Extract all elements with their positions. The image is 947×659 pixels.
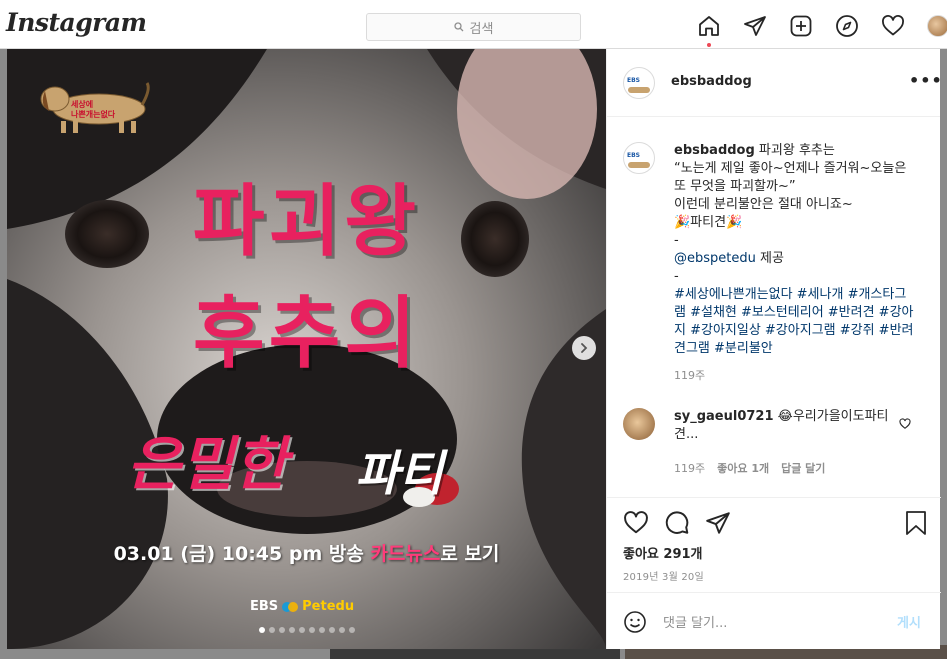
comment-time[interactable]: 119주	[674, 460, 705, 476]
top-navigation-bar: Instagram 검색	[0, 0, 947, 49]
carousel-dot	[269, 627, 275, 633]
caption-line: 이런데 분리불안은 절대 아니죠~	[674, 197, 853, 212]
explore-compass-icon[interactable]	[835, 14, 859, 38]
post-detail-panel: EBS ebsbaddog ••• EBS ebsbaddog 파괴왕 후추는 …	[606, 49, 943, 649]
petedu-logo-mark	[282, 601, 299, 612]
search-placeholder: 검색	[469, 21, 494, 37]
search-input[interactable]: 검색	[366, 13, 581, 41]
home-icon[interactable]	[697, 14, 721, 47]
chevron-right-icon	[581, 343, 588, 353]
post-caption: ebsbaddog 파괴왕 후추는 “노는게 제일 좋아~언제나 즐거워~오늘은…	[674, 142, 914, 385]
mention-suffix: 제공	[755, 251, 784, 266]
show-logo-dachshund: 세상에 나쁜개는없다	[40, 82, 150, 133]
caption-line: -	[674, 233, 679, 248]
carousel-dot	[339, 627, 345, 633]
bookmark-icon[interactable]	[904, 510, 928, 536]
direct-message-icon[interactable]	[743, 14, 767, 38]
like-heart-icon[interactable]	[623, 510, 649, 536]
caption-line: 🎉파티견🎉	[674, 215, 743, 230]
new-post-icon[interactable]	[789, 14, 813, 38]
broadcast-suffix: 로 보기	[440, 543, 500, 565]
comment-input[interactable]: 댓글 달기...	[663, 612, 727, 631]
post-header: EBS ebsbaddog •••	[607, 49, 943, 117]
more-options-icon[interactable]: •••	[909, 71, 943, 90]
dachshund-avatar-mark	[628, 87, 650, 93]
svg-text:나쁜개는없다: 나쁜개는없다	[71, 109, 116, 119]
carousel-next-button[interactable]	[572, 336, 596, 360]
nav-icon-group	[697, 14, 947, 47]
carousel-dot	[289, 627, 295, 633]
instagram-logo[interactable]: Instagram	[6, 8, 147, 37]
carousel-dot	[279, 627, 285, 633]
reply-button[interactable]: 답글 달기	[781, 460, 825, 476]
carousel-indicator	[259, 627, 355, 633]
post-image[interactable]: 세상에 나쁜개는없다 파괴왕 후추의 은밀한 파티 03.01 (금) 10:4…	[7, 49, 606, 649]
caption-line: 파괴왕 후추는	[754, 143, 835, 158]
profile-avatar[interactable]	[927, 15, 947, 37]
caption-author-avatar[interactable]: EBS	[623, 142, 655, 174]
carousel-dot	[349, 627, 355, 633]
broadcast-time: 03.01 (금) 10:45 pm 방송	[113, 543, 371, 565]
activity-heart-icon[interactable]	[881, 14, 905, 38]
carousel-dot	[299, 627, 305, 633]
caption-line: “노는게 제일 좋아~언제나 즐거워~오늘은 또 무엇을 파괴할까~”	[674, 161, 907, 194]
post-date[interactable]: 2019년 3월 20일	[623, 568, 704, 583]
search-icon	[453, 22, 463, 32]
home-active-dot	[707, 43, 711, 47]
mention-link[interactable]: @ebspetedu	[674, 251, 756, 266]
like-count[interactable]: 좋아요 291개	[623, 543, 703, 562]
caption-time[interactable]: 119주	[674, 367, 914, 385]
author-avatar[interactable]: EBS	[623, 67, 655, 99]
carousel-dot	[329, 627, 335, 633]
emoji-icon[interactable]	[623, 610, 647, 634]
post-actions: 좋아요 291개 2019년 3월 20일 댓글 달기... 게시	[607, 497, 941, 647]
share-paper-plane-icon[interactable]	[705, 510, 731, 536]
commenter-avatar[interactable]	[623, 408, 655, 440]
caption-line: -	[674, 269, 679, 284]
hashtags[interactable]: #세상에나쁜개는없다 #세나개 #개스타그램 #설채현 #보스턴테리어 #반려견…	[674, 286, 914, 358]
comment-bubble-icon[interactable]	[664, 510, 690, 536]
image-title-line-2: 후추의	[192, 289, 421, 379]
caption-username[interactable]: ebsbaddog	[674, 143, 755, 158]
image-title-line-4: 파티	[355, 446, 444, 502]
image-title-line-3: 은밀한	[127, 430, 288, 498]
petedu-logo-text: Petedu	[302, 599, 355, 614]
carousel-dot	[309, 627, 315, 633]
add-comment-form: 댓글 달기... 게시	[607, 592, 941, 648]
commenter-username[interactable]: sy_gaeul0721	[674, 409, 774, 424]
comment-like-heart-icon[interactable]	[899, 418, 911, 430]
post-comment-button[interactable]: 게시	[897, 612, 921, 631]
card-news-highlight: 카드뉴스	[370, 543, 441, 565]
ebs-petedu-logo: EBS Petedu	[250, 599, 354, 614]
svg-text:세상에: 세상에	[71, 99, 93, 109]
comment-meta: 119주 좋아요 1개 답글 달기	[674, 460, 825, 476]
ebs-logo-text: EBS	[250, 599, 279, 614]
dachshund-avatar-mark	[628, 162, 650, 168]
image-title-line-1: 파괴왕	[192, 177, 421, 267]
action-icon-group	[623, 510, 731, 536]
comments-section: EBS ebsbaddog 파괴왕 후추는 “노는게 제일 좋아~언제나 즐거워…	[607, 118, 941, 496]
carousel-dot	[319, 627, 325, 633]
carousel-dot	[259, 627, 265, 633]
comment-likes[interactable]: 좋아요 1개	[717, 460, 769, 476]
broadcast-info: 03.01 (금) 10:45 pm 방송 카드뉴스로 보기	[7, 539, 606, 566]
comment-text: sy_gaeul0721 😂우리가을이도파티견...	[674, 408, 899, 444]
author-username[interactable]: ebsbaddog	[671, 74, 752, 89]
